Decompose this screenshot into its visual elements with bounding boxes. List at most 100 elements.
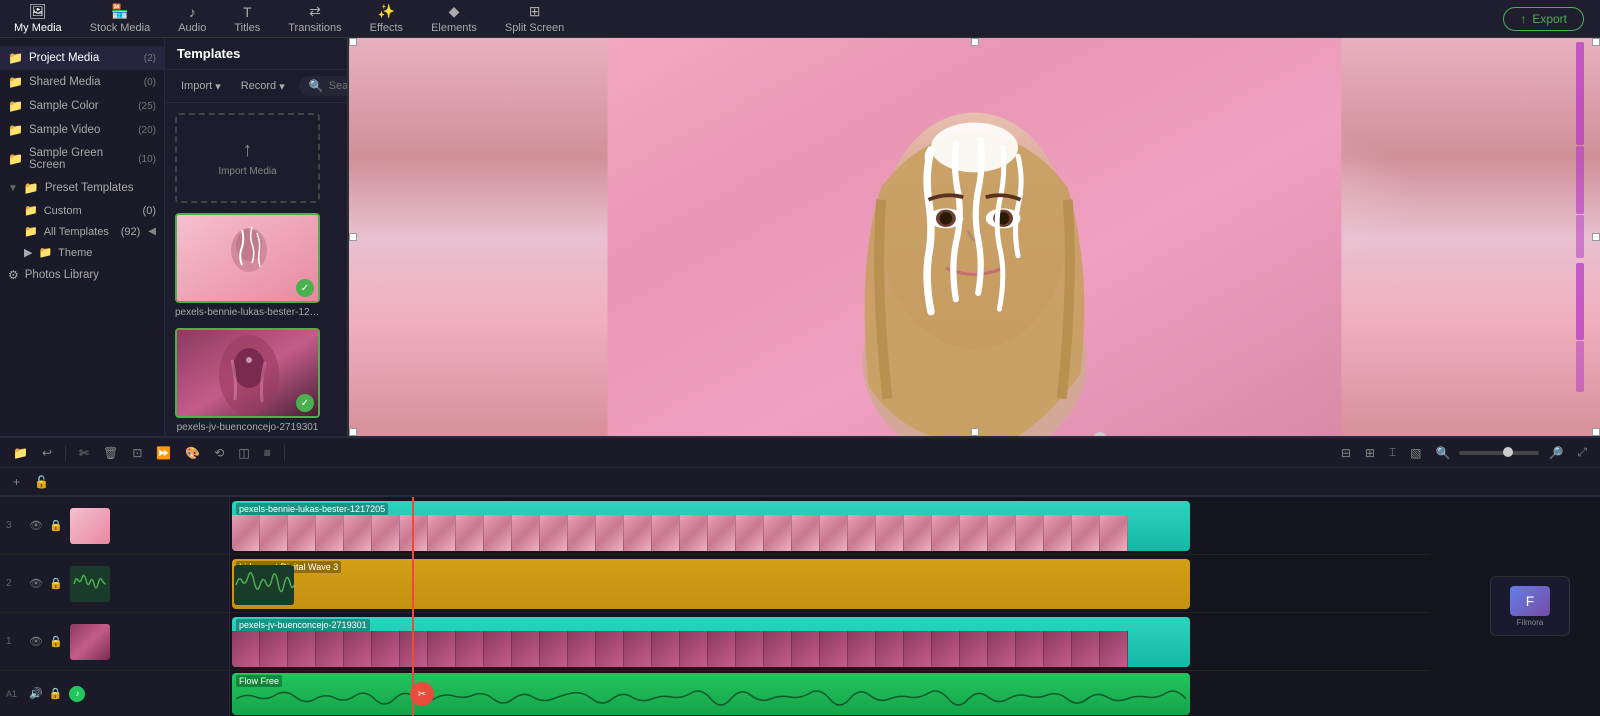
audio-icon: ♪ — [189, 4, 196, 20]
my-media-icon: 🖼 — [29, 3, 47, 20]
track-v2-controls: 👁 🔒 — [28, 576, 64, 591]
timeline-cut-button[interactable]: ✄ — [74, 443, 94, 463]
preview-panel: |◀ ⏪ ▶ ■ 00:00:09:15 Full ⊡ 📷 ✄ 🔊 − — [348, 38, 1600, 436]
chevron-down-icon: ▾ — [279, 80, 285, 93]
timeline-main: 3 👁 🔒 2 👁 🔒 — [0, 496, 1600, 716]
timeline-lock-button[interactable]: 🔓 — [29, 472, 54, 492]
track-a1-lock[interactable]: 🔒 — [48, 686, 64, 701]
preview-main: |◀ ⏪ ▶ ■ 00:00:09:15 Full ⊡ 📷 ✄ 🔊 − — [349, 38, 1600, 436]
timeline-toolbar-2: + 🔓 — [0, 468, 1600, 496]
zoom-slider[interactable] — [1459, 451, 1539, 455]
import-media-placeholder[interactable]: ↑ Import Media — [175, 113, 320, 203]
track-v2-thumbnail — [70, 566, 110, 602]
sidebar-item-sample-color[interactable]: 📁 Sample Color (25) — [0, 94, 164, 118]
folder-icon: 📁 — [8, 75, 23, 89]
track-a1-mute[interactable]: 🔊 — [28, 686, 44, 701]
timeline-crop-button[interactable]: ⊡ — [127, 443, 147, 463]
track-v3-lock[interactable]: 🔒 — [48, 518, 64, 533]
import-button[interactable]: Import ▾ — [175, 78, 227, 95]
track-v3-visibility[interactable]: 👁 — [28, 518, 44, 533]
left-panel: 📁 Project Media (2) 📁 Shared Media (0) 📁… — [0, 38, 348, 436]
search-icon: 🔍 — [309, 79, 324, 93]
nav-effects[interactable]: ✨ Effects — [356, 0, 417, 38]
zoom-timeline-in-button[interactable]: 🔎 — [1543, 443, 1568, 463]
video-clip-v3[interactable]: pexels-bennie-lukas-bester-1217205 — [232, 501, 1190, 551]
sidebar-item-all-templates[interactable]: 📁 All Templates (92) ◀ — [16, 221, 164, 242]
media-thumb-buenc[interactable]: ✓ pexels-jv-buenconcejo-2719301 — [175, 328, 320, 433]
cut-marker[interactable]: ✂ — [410, 682, 434, 706]
tracks-container: pexels-bennie-lukas-bester-1217205 — [230, 497, 1430, 716]
audio-track-icon: ♪ — [69, 686, 85, 702]
media-thumb-bennie[interactable]: ✓ pexels-bennie-lukas-bester-1217205 — [175, 213, 320, 318]
sidebar-item-project-media[interactable]: 📁 Project Media (2) — [0, 46, 164, 70]
nav-transitions[interactable]: ⇄ Transitions — [274, 0, 355, 38]
fit-to-screen-button[interactable]: ⤢ — [1572, 442, 1592, 463]
sidebar-item-preset-templates[interactable]: ▼ 📁 Preset Templates — [0, 176, 164, 200]
timeline-area: 📁 ↩ ✄ 🗑 ⊡ ⏩ 🎨 ⟲ ◫ ≡ ⊟ ⊞ ⌶ ▧ 🔍 🔎 ⤢ + 🔓 — [0, 436, 1600, 716]
import-label: Import Media — [218, 166, 276, 177]
timeline-split-button[interactable]: ◫ — [233, 443, 254, 463]
video-clip-v1[interactable]: pexels-jv-buenconcejo-2719301 — [232, 617, 1190, 667]
folder-icon: 📁 — [24, 204, 38, 217]
media-label-buenc: pexels-jv-buenconcejo-2719301 — [175, 422, 320, 433]
track-v1-controls: 👁 🔒 — [28, 634, 64, 649]
sidebar-item-custom[interactable]: 📁 Custom (0) — [16, 200, 164, 221]
zoom-timeline-out-button[interactable]: 🔍 — [1430, 443, 1455, 463]
preview-video-inner — [349, 38, 1600, 436]
timeline-left-column: 3 👁 🔒 2 👁 🔒 — [0, 496, 230, 716]
timeline-color-button[interactable]: 🎨 — [180, 443, 205, 463]
folder-icon: 📁 — [8, 152, 23, 166]
track-v2-visibility[interactable]: 👁 — [28, 576, 44, 591]
audio-clip-a1[interactable]: Flow Free ✂ — [232, 673, 1190, 715]
track-header-a1: A1 🔊 🔒 ♪ — [0, 671, 229, 716]
timeline-delete-button[interactable]: 🗑 — [98, 443, 123, 463]
media-content: Templates Import ▾ Record ▾ 🔍 — [165, 38, 347, 436]
track-headers: 3 👁 🔒 2 👁 🔒 — [0, 497, 229, 716]
track-v2-lock[interactable]: 🔒 — [48, 576, 64, 591]
audio-clip-v2[interactable]: Iridescent Digital Wave 3 — [232, 559, 1190, 609]
export-button[interactable]: ↑ Export — [1503, 7, 1584, 31]
timeline-add-media-button[interactable]: 📁 — [8, 443, 33, 463]
nav-my-media[interactable]: 🖼 My Media — [0, 0, 76, 38]
toolbar-separator-2 — [284, 445, 285, 461]
track-v3-controls: 👁 🔒 — [28, 518, 64, 533]
track-header-v1: 1 👁 🔒 — [0, 613, 229, 671]
sidebar-item-theme[interactable]: ▶ 📁 Theme — [16, 242, 164, 263]
nav-titles[interactable]: T Titles — [220, 0, 274, 38]
track-height-up-button[interactable]: ⊞ — [1360, 443, 1380, 463]
sidebar-item-shared-media[interactable]: 📁 Shared Media (0) — [0, 70, 164, 94]
render-button[interactable]: ▧ — [1405, 443, 1426, 463]
add-track-button[interactable]: + — [8, 472, 25, 492]
timeline-transform-button[interactable]: ⟲ — [209, 443, 229, 463]
timeline-speed-button[interactable]: ⏩ — [151, 443, 176, 463]
filmora-watermark: F Filmora — [1490, 576, 1570, 636]
nav-stock-media[interactable]: 🏪 Stock Media — [76, 0, 165, 38]
timeline-undo-button[interactable]: ↩ — [37, 443, 57, 463]
snap-button[interactable]: ⌶ — [1384, 442, 1401, 463]
nav-audio[interactable]: ♪ Audio — [164, 0, 220, 38]
thumbnail-buenc: ✓ — [175, 328, 320, 418]
zoom-slider-thumb — [1503, 447, 1513, 457]
zoom-controls: ⊟ ⊞ ⌶ ▧ 🔍 🔎 ⤢ — [1336, 442, 1592, 463]
record-button[interactable]: Record ▾ — [235, 78, 291, 95]
track-v1-visibility[interactable]: 👁 — [28, 634, 44, 649]
track-header-v2: 2 👁 🔒 — [0, 555, 229, 613]
track-v3-thumbnail — [70, 508, 110, 544]
track-v1-lock[interactable]: 🔒 — [48, 634, 64, 649]
track-lane-a1: Flow Free ✂ — [230, 671, 1430, 716]
track-height-button[interactable]: ⊟ — [1336, 443, 1356, 463]
search-input[interactable] — [329, 80, 347, 92]
sidebar-item-sample-video[interactable]: 📁 Sample Video (20) — [0, 118, 164, 142]
nav-elements[interactable]: ◆ Elements — [417, 0, 491, 38]
sidebar-item-photos-library[interactable]: ⚙ Photos Library — [0, 263, 164, 287]
folder-icon: 📁 — [8, 99, 23, 113]
timeline-more-button[interactable]: ≡ — [259, 443, 276, 463]
effects-icon: ✨ — [378, 3, 395, 20]
track-lane-v1: pexels-jv-buenconcejo-2719301 — [230, 613, 1430, 671]
sidebar-item-sample-green[interactable]: 📁 Sample Green Screen (10) — [0, 142, 164, 176]
folder-icon: 📁 — [38, 246, 52, 259]
chevron-right-icon: ▶ — [24, 246, 32, 259]
thumbnail-bennie: ✓ — [175, 213, 320, 303]
nav-split-screen[interactable]: ⊞ Split Screen — [491, 0, 578, 38]
audio-waveform-a1 — [232, 685, 1190, 713]
